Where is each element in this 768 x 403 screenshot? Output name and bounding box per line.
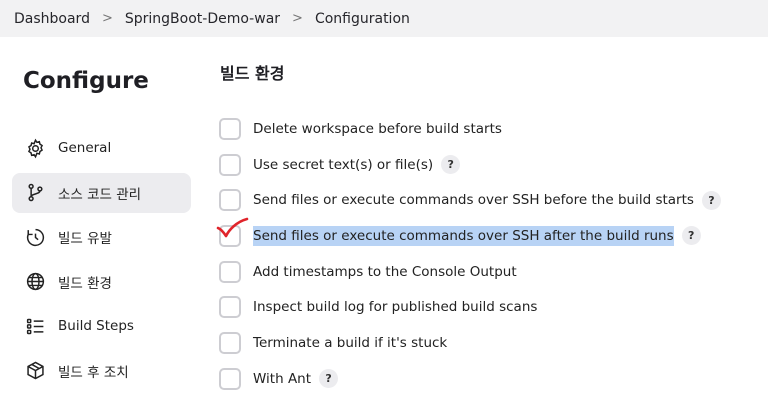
sidebar-item-label: Build Steps: [58, 318, 134, 334]
gear-icon: [24, 137, 46, 159]
globe-icon: [24, 271, 46, 293]
chevron-right-icon: >: [292, 11, 303, 26]
sidebar-item-label: General: [58, 140, 112, 156]
sidebar-item-label: 빌드 유발: [58, 231, 112, 247]
page-title: Configure: [23, 68, 149, 94]
sidebar-item-build-environment[interactable]: 빌드 환경: [12, 262, 191, 302]
breadcrumb-project[interactable]: SpringBoot-Demo-war: [125, 11, 280, 27]
option-label: Add timestamps to the Console Output: [253, 263, 517, 280]
sidebar-item-source-code[interactable]: 소스 코드 관리: [12, 172, 191, 213]
checkbox[interactable]: [219, 367, 241, 390]
option-label: Delete workspace before build starts: [253, 120, 502, 137]
help-icon[interactable]: ?: [319, 369, 339, 389]
package-icon: [24, 360, 46, 382]
help-icon[interactable]: ?: [701, 190, 721, 210]
option-ssh-before-build: Send files or execute commands over SSH …: [219, 182, 721, 218]
clock-icon: [24, 226, 46, 248]
option-secret-text: Use secret text(s) or file(s) ?: [219, 147, 721, 183]
chevron-right-icon: >: [101, 11, 113, 26]
checkbox[interactable]: [219, 117, 241, 140]
option-label: Send files or execute commands over SSH …: [253, 225, 674, 246]
options-list: Delete workspace before build starts Use…: [219, 111, 721, 397]
sidebar-item-build-steps[interactable]: Build Steps: [12, 306, 191, 346]
sidebar-nav: General 소스 코드 관리 빌드 유발 빌드 환경 Build Steps…: [12, 128, 191, 395]
branch-icon: [24, 182, 46, 204]
help-icon[interactable]: ?: [681, 226, 701, 246]
sidebar-item-label: 빌드 환경: [58, 275, 112, 292]
list-icon: [24, 315, 46, 337]
checkbox[interactable]: [219, 331, 241, 354]
breadcrumb-configuration[interactable]: Configuration: [315, 11, 410, 27]
sidebar-item-post-build[interactable]: 빌드 후 조치: [12, 351, 191, 391]
option-label: Terminate a build if it's stuck: [253, 334, 448, 351]
option-add-timestamps: Add timestamps to the Console Output: [219, 254, 721, 290]
checkbox[interactable]: [219, 224, 241, 247]
sidebar-item-build-triggers[interactable]: 빌드 유발: [12, 217, 191, 257]
checkbox[interactable]: [219, 153, 241, 176]
option-ssh-after-build: Send files or execute commands over SSH …: [219, 218, 721, 254]
help-icon[interactable]: ?: [441, 155, 461, 175]
checkbox[interactable]: [219, 189, 241, 212]
sidebar-item-general[interactable]: General: [12, 128, 191, 168]
option-inspect-build-log: Inspect build log for published build sc…: [219, 289, 721, 325]
sidebar-item-label: 소스 코드 관리: [58, 186, 142, 203]
sidebar-item-label: 빌드 후 조치: [58, 364, 129, 381]
checkbox[interactable]: [219, 296, 241, 319]
option-with-ant: With Ant ?: [219, 361, 721, 397]
section-title: 빌드 환경: [220, 64, 285, 83]
breadcrumb: Dashboard > SpringBoot-Demo-war > Config…: [0, 0, 768, 37]
option-label: Inspect build log for published build sc…: [253, 299, 538, 316]
breadcrumb-dashboard[interactable]: Dashboard: [14, 11, 90, 27]
option-label: With Ant: [253, 370, 312, 387]
checkbox[interactable]: [219, 260, 241, 283]
option-label: Send files or execute commands over SSH …: [253, 192, 694, 209]
option-label: Use secret text(s) or file(s): [253, 156, 434, 173]
option-delete-workspace: Delete workspace before build starts: [219, 111, 721, 147]
option-terminate-stuck: Terminate a build if it's stuck: [219, 325, 721, 361]
